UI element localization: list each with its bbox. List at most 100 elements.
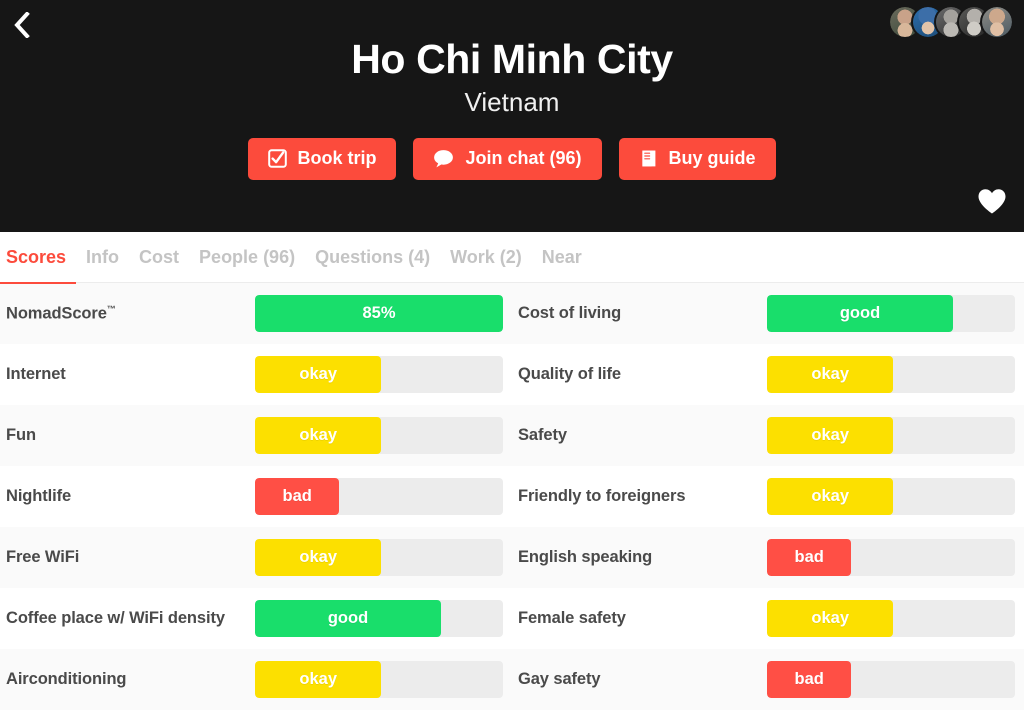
tab-label: Questions (4) <box>315 246 431 267</box>
score-bar-fill: bad <box>767 661 852 698</box>
score-bar-track: okay <box>767 600 1015 637</box>
buy-guide-label: Buy guide <box>668 148 756 169</box>
score-value: okay <box>811 426 850 444</box>
score-label: Coffee place w/ WiFi density <box>6 609 225 627</box>
score-value: bad <box>282 487 312 505</box>
score-bar-track: okay <box>767 356 1015 393</box>
book-trip-label: Book trip <box>297 148 377 169</box>
score-bar-fill: bad <box>255 478 340 515</box>
score-row: Fun okay <box>0 405 512 466</box>
tab-questions[interactable]: Questions (4) <box>305 232 440 283</box>
score-bar-fill: good <box>255 600 441 637</box>
city-hero-header: Ho Chi Minh City Vietnam Book trip Join … <box>0 0 1024 232</box>
score-value: okay <box>811 487 850 505</box>
score-label: Airconditioning <box>6 670 127 688</box>
score-bar-fill: okay <box>767 417 894 454</box>
score-bar-track: good <box>255 600 503 637</box>
score-label: Safety <box>518 426 567 444</box>
score-label: Cost of living <box>518 304 622 322</box>
hero-action-buttons: Book trip Join chat (96) Buy guide <box>0 138 1024 180</box>
score-bar-fill: 85% <box>255 295 503 332</box>
score-row: NomadScore™ 85% <box>0 283 512 344</box>
score-bar-fill: good <box>767 295 953 332</box>
buy-guide-button[interactable]: Buy guide <box>618 138 776 180</box>
checkbox-icon <box>268 149 288 169</box>
back-button[interactable] <box>4 8 38 42</box>
country-subtitle: Vietnam <box>464 87 560 118</box>
score-value: okay <box>811 609 850 627</box>
favorite-button[interactable] <box>972 184 1012 224</box>
avatar[interactable] <box>980 5 1014 39</box>
chat-bubble-icon <box>433 149 455 168</box>
score-row: Free WiFi okay <box>0 527 512 588</box>
score-row: Airconditioning okay <box>0 649 512 710</box>
score-label: English speaking <box>518 548 653 566</box>
score-row: Cost of living good <box>512 283 1024 344</box>
book-trip-button[interactable]: Book trip <box>248 138 397 180</box>
tab-label: Scores <box>6 246 67 267</box>
score-bar-track: okay <box>767 478 1015 515</box>
score-bar-fill: okay <box>767 478 894 515</box>
score-row: Female safety okay <box>512 588 1024 649</box>
score-value: bad <box>794 670 824 688</box>
section-tabs: Scores Info Cost People (96) Questions (… <box>0 232 1024 284</box>
heart-icon <box>977 188 1007 220</box>
score-value: okay <box>299 670 338 688</box>
tab-work[interactable]: Work (2) <box>440 232 532 283</box>
tab-label: Info <box>86 246 120 267</box>
score-bar-fill: okay <box>255 356 382 393</box>
tab-label: People (96) <box>199 246 296 267</box>
score-bar-fill: bad <box>767 539 852 576</box>
tab-info[interactable]: Info <box>76 232 129 283</box>
join-chat-label: Join chat (96) <box>465 148 582 169</box>
tab-label: Cost <box>139 246 180 267</box>
tab-people[interactable]: People (96) <box>189 232 305 283</box>
scores-grid: NomadScore™ 85% Cost of living good Internet… <box>0 283 1024 710</box>
score-row: Friendly to foreigners okay <box>512 466 1024 527</box>
score-label: Fun <box>6 426 36 444</box>
book-icon <box>639 149 659 168</box>
score-label: NomadScore™ <box>6 303 116 323</box>
score-bar-track: okay <box>255 417 503 454</box>
tab-label: Near <box>541 246 582 267</box>
score-bar-track: okay <box>255 356 503 393</box>
score-bar-track: okay <box>255 539 503 576</box>
score-bar-track: bad <box>767 661 1015 698</box>
score-row: Gay safety bad <box>512 649 1024 710</box>
score-label: Free WiFi <box>6 548 80 566</box>
score-bar-fill: okay <box>255 539 382 576</box>
score-bar-track: 85% <box>255 295 503 332</box>
score-value: bad <box>794 548 824 566</box>
member-avatar-group[interactable] <box>888 5 1014 39</box>
score-row: Safety okay <box>512 405 1024 466</box>
score-row: English speaking bad <box>512 527 1024 588</box>
score-row: Coffee place w/ WiFi density good <box>0 588 512 649</box>
score-label: Gay safety <box>518 670 601 688</box>
score-row: Internet okay <box>0 344 512 405</box>
score-label: Nightlife <box>6 487 72 505</box>
tab-label: Work (2) <box>450 246 522 267</box>
tab-cost[interactable]: Cost <box>129 232 189 283</box>
score-bar-track: okay <box>255 661 503 698</box>
score-value: okay <box>811 365 850 383</box>
score-bar-track: good <box>767 295 1015 332</box>
score-bar-track: okay <box>767 417 1015 454</box>
score-row: Quality of life okay <box>512 344 1024 405</box>
score-label: Quality of life <box>518 365 622 383</box>
score-value: okay <box>299 548 338 566</box>
score-value: good <box>327 609 369 627</box>
score-bar-track: bad <box>255 478 503 515</box>
score-value: okay <box>299 426 338 444</box>
join-chat-button[interactable]: Join chat (96) <box>413 138 602 180</box>
tab-near[interactable]: Near <box>532 232 592 283</box>
score-bar-track: bad <box>767 539 1015 576</box>
score-label: Internet <box>6 365 66 383</box>
score-bar-fill: okay <box>255 661 382 698</box>
score-value: okay <box>299 365 338 383</box>
score-label: Friendly to foreigners <box>518 487 686 505</box>
tab-scores[interactable]: Scores <box>0 232 77 284</box>
avatar-image <box>982 7 1012 37</box>
page-title: Ho Chi Minh City <box>351 36 673 82</box>
score-row: Nightlife bad <box>0 466 512 527</box>
score-value: 85% <box>362 304 396 322</box>
